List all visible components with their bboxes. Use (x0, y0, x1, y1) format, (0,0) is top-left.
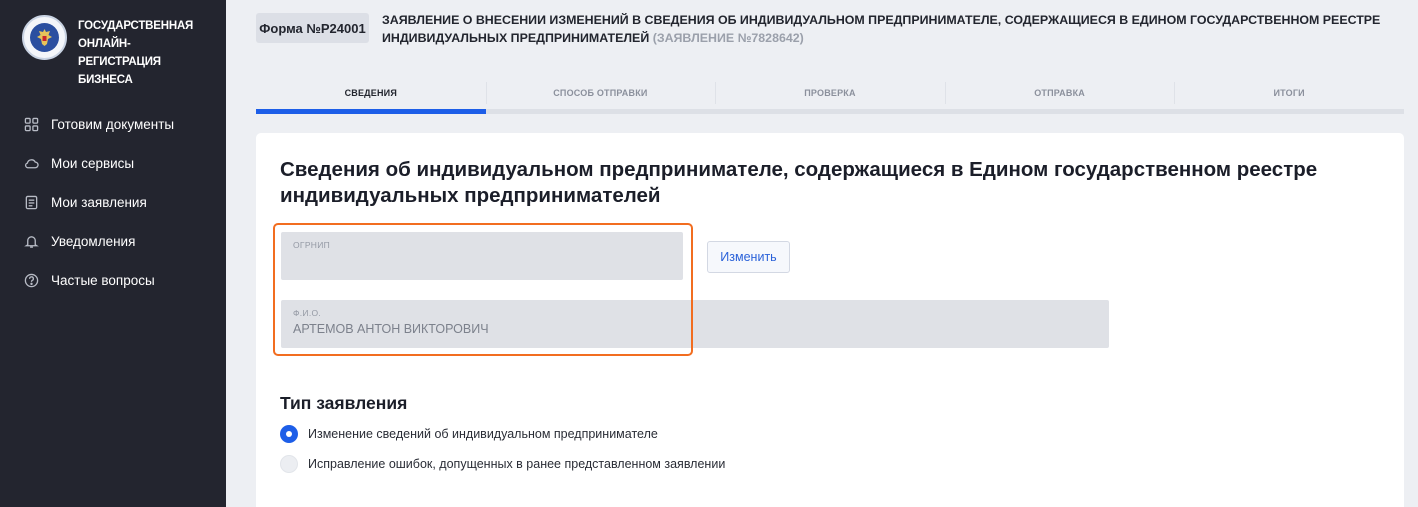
sidebar-nav: Готовим документы Мои сервисы Мои заявле… (0, 105, 226, 300)
radio-unselected[interactable] (280, 455, 298, 473)
sidebar-item-services[interactable]: Мои сервисы (0, 144, 226, 183)
grid-icon (23, 117, 39, 133)
sidebar-item-label: Уведомления (51, 234, 136, 249)
radio-option-change-info[interactable]: Изменение сведений об индивидуальном пре… (280, 425, 658, 443)
sidebar-item-applications[interactable]: Мои заявления (0, 183, 226, 222)
sidebar-item-label: Готовим документы (51, 117, 175, 132)
radio-option-fix-errors[interactable]: Исправление ошибок, допущенных в ранее п… (280, 455, 725, 473)
step-info[interactable]: СВЕДЕНИЯ (256, 82, 486, 114)
form-number-badge: Форма №Р24001 (256, 13, 369, 43)
question-icon (23, 273, 39, 289)
step-delivery-method[interactable]: СПОСОБ ОТПРАВКИ (485, 82, 716, 114)
sidebar: ГОСУДАРСТВЕННАЯ ОНЛАЙН-РЕГИСТРАЦИЯ БИЗНЕ… (0, 0, 226, 507)
emblem-logo (22, 15, 67, 60)
wizard-steps: СВЕДЕНИЯ СПОСОБ ОТПРАВКИ ПРОВЕРКА ОТПРАВ… (256, 82, 1404, 114)
change-button[interactable]: Изменить (707, 241, 790, 273)
highlight-frame (273, 223, 693, 356)
brand-title: ГОСУДАРСТВЕННАЯ ОНЛАЙН-РЕГИСТРАЦИЯ БИЗНЕ… (78, 20, 194, 86)
sidebar-item-faq[interactable]: Частые вопросы (0, 261, 226, 300)
step-results[interactable]: ИТОГИ (1174, 82, 1404, 114)
bell-icon (23, 234, 39, 250)
brand[interactable]: ГОСУДАРСТВЕННАЯ ОНЛАЙН-РЕГИСТРАЦИЯ БИЗНЕ… (22, 15, 203, 89)
application-type-title: Тип заявления (280, 393, 408, 413)
section-heading: Сведения об индивидуальном предпринимате… (280, 158, 1318, 207)
radio-label: Исправление ошибок, допущенных в ранее п… (308, 457, 726, 471)
sidebar-item-label: Мои сервисы (51, 156, 135, 171)
sidebar-item-label: Частые вопросы (51, 273, 155, 288)
page-title-text: ЗАЯВЛЕНИЕ О ВНЕСЕНИИ ИЗМЕНЕНИЙ В СВЕДЕНИ… (382, 13, 1381, 45)
sidebar-item-documents[interactable]: Готовим документы (0, 105, 226, 144)
radio-selected[interactable] (280, 425, 298, 443)
sidebar-item-label: Мои заявления (51, 195, 147, 210)
cloud-icon (23, 156, 39, 172)
sidebar-item-notifications[interactable]: Уведомления (0, 222, 226, 261)
page-title: ЗАЯВЛЕНИЕ О ВНЕСЕНИИ ИЗМЕНЕНИЙ В СВЕДЕНИ… (382, 11, 1392, 47)
step-check[interactable]: ПРОВЕРКА (715, 82, 945, 114)
step-send[interactable]: ОТПРАВКА (944, 82, 1175, 114)
application-number: (ЗАЯВЛЕНИЕ №7828642) (652, 31, 804, 45)
document-icon (23, 195, 39, 211)
radio-label: Изменение сведений об индивидуальном пре… (308, 427, 658, 441)
